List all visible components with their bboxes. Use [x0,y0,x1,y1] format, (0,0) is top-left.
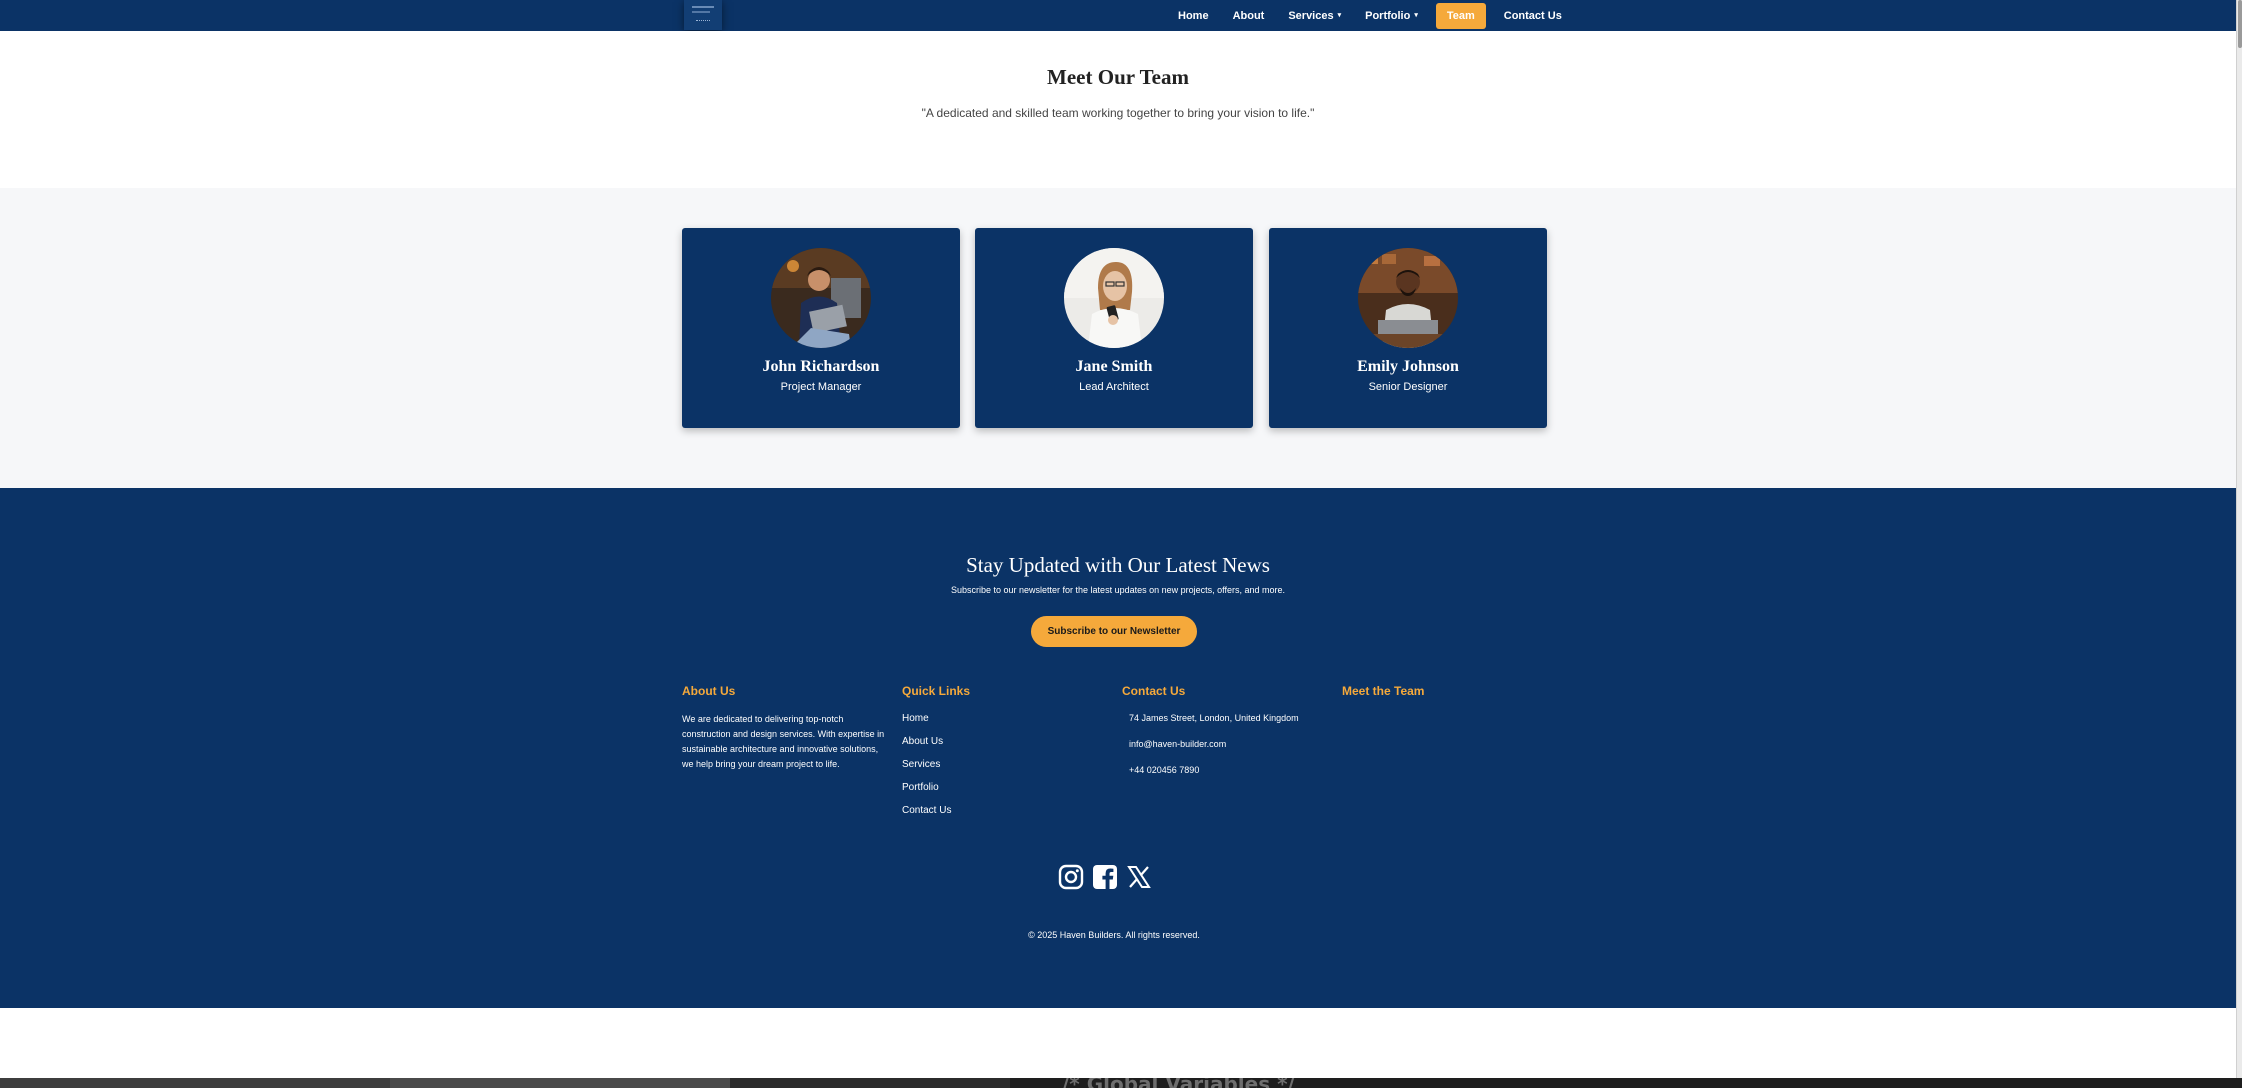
footer-link-about[interactable]: About Us [902,735,970,749]
contact-email[interactable]: info@haven-builder.com [1129,738,1299,750]
instagram-icon[interactable] [1058,864,1084,890]
footer-links-heading: Quick Links [902,684,971,698]
scrollbar-thumb[interactable] [2238,0,2242,48]
team-card: Emily Johnson Senior Designer [1269,228,1547,428]
footer-quick-links: Quick Links Home About Us Services Portf… [902,684,970,827]
footer-about-text: We are dedicated to delivering top-notch… [682,714,885,769]
newsletter-subtitle: Subscribe to our newsletter for the late… [950,585,1285,595]
footer-about: About Us We are dedicated to delivering … [682,684,886,772]
avatar [1358,248,1458,348]
logo[interactable] [684,0,722,30]
team-card: Jane Smith Lead Architect [975,228,1253,428]
page-title: Meet Our Team [1047,65,1189,89]
team-section: John Richardson Project Manager Jane Smi… [0,188,2236,488]
footer-link-contact[interactable]: Contact Us [902,804,970,818]
member-name: Emily Johnson [1357,358,1459,375]
social-links [1058,864,1152,890]
nav-item-contact[interactable]: Contact Us [1492,3,1574,29]
nav-item-about[interactable]: About [1221,3,1277,29]
nav-item-portfolio[interactable]: Portfolio ▾ [1353,3,1430,29]
navbar: Home About Services ▾ Portfolio ▾ Team Con… [0,0,2236,31]
contact-address: 74 James Street, London, United Kingdom [1129,713,1299,723]
scrollbar[interactable] [2236,0,2242,1078]
nav-item-team[interactable]: Team [1435,2,1486,29]
page-bottom [0,1008,2236,1078]
member-role: Lead Architect [1079,381,1149,393]
member-role: Project Manager [780,381,862,393]
editor-peek-text: /* Global Variables */ [1062,1078,1295,1088]
footer-team-heading: Meet the Team [1342,684,1425,698]
member-name: Jane Smith [1075,358,1153,375]
facebook-icon[interactable] [1092,864,1118,890]
chevron-down-icon: ▾ [1337,11,1342,19]
chevron-down-icon: ▾ [1414,11,1418,19]
subscribe-button[interactable]: Subscribe to our Newsletter [1031,616,1197,647]
newsletter-title: Stay Updated with Our Latest News [966,553,1270,577]
footer-contact-heading: Contact Us [1122,684,1186,698]
nav-item-home[interactable]: Home [1166,3,1221,29]
team-card: John Richardson Project Manager [682,228,960,428]
editor-peek: /* Global Variables */ [0,1078,2242,1088]
footer-about-heading: About Us [682,684,736,698]
team-hero: Meet Our Team "A dedicated and skilled t… [0,31,2236,188]
page-subtitle: "A dedicated and skilled team working to… [921,106,1315,120]
nav-item-services[interactable]: Services ▾ [1276,3,1353,29]
member-name: John Richardson [762,358,880,375]
member-role: Senior Designer [1368,381,1448,393]
footer-contact: Contact Us 74 James Street, London, Unit… [1122,684,1299,790]
footer-link-home[interactable]: Home [902,712,970,726]
x-icon[interactable] [1126,864,1152,890]
avatar [1064,248,1164,348]
nav-menu: Home About Services ▾ Portfolio ▾ Team Con… [1166,0,1574,31]
footer-link-portfolio[interactable]: Portfolio [902,781,970,795]
footer: Stay Updated with Our Latest News Subscr… [0,488,2236,1008]
copyright: © 2025 Haven Builders. All rights reserv… [1028,930,1200,940]
avatar [771,248,871,348]
footer-team: Meet the Team [1342,684,1424,712]
footer-link-services[interactable]: Services [902,758,970,772]
contact-phone[interactable]: +44 020456 7890 [1129,764,1299,776]
